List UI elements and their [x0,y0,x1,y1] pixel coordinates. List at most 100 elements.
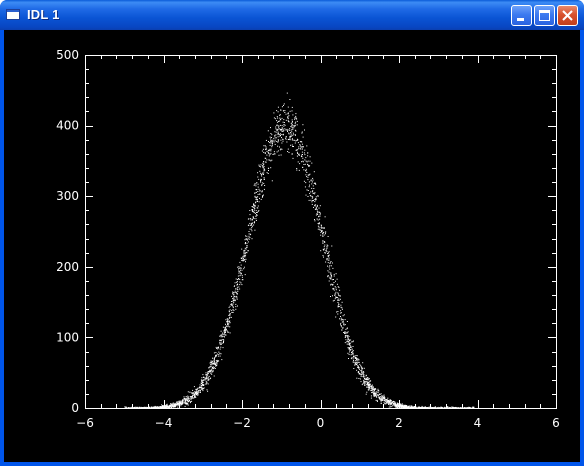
data-point [370,385,372,387]
data-point [314,182,316,184]
data-point [170,403,172,405]
data-point [257,196,259,198]
data-point [362,383,364,385]
data-point [248,224,250,226]
data-point [383,401,385,403]
data-point [403,407,404,409]
data-point [224,331,225,333]
data-point [318,222,320,224]
data-point [308,181,310,183]
data-point [248,231,250,232]
data-point [439,407,441,409]
data-point [284,128,286,130]
data-point [319,205,321,207]
data-point [220,340,222,342]
data-point [328,251,330,253]
title-bar[interactable]: IDL 1 [0,0,584,30]
data-point [355,355,357,356]
window-icon[interactable] [6,9,20,20]
data-point [186,398,188,400]
data-point [254,195,256,197]
data-point [186,404,188,406]
close-button[interactable] [557,5,578,26]
maximize-button[interactable] [534,5,555,26]
data-point [197,393,199,395]
data-point [261,182,263,184]
data-point [345,333,347,335]
data-point [220,330,222,332]
data-point [200,379,202,381]
data-point [232,303,234,305]
data-point [232,293,234,295]
data-point [423,408,425,409]
data-point [294,122,296,124]
data-point [249,237,251,239]
data-point [135,407,137,409]
data-point [283,103,285,105]
data-point [262,148,264,150]
data-point [434,408,436,409]
data-point [359,363,361,365]
data-point [327,265,328,267]
data-point [322,242,324,244]
data-point [137,406,139,408]
data-point [132,407,134,409]
data-point [277,139,279,141]
data-point [263,169,265,171]
data-point [256,215,258,216]
data-point [301,154,303,156]
data-point [320,229,322,231]
data-point [410,407,412,408]
data-point [244,274,246,276]
data-point [177,404,179,405]
data-point [411,405,413,407]
data-point [255,210,257,212]
data-point [360,373,362,375]
data-point [319,218,321,220]
data-point [304,163,306,165]
data-point [216,348,218,349]
data-point [242,256,244,258]
data-point [228,331,230,333]
data-point [368,378,370,379]
data-point [423,407,425,409]
data-point [298,169,300,171]
data-point [269,144,271,146]
data-point [219,340,221,342]
data-point [213,360,215,362]
data-point [326,246,328,248]
data-point [295,113,297,115]
data-point [275,137,277,139]
data-point [248,235,250,237]
data-point [221,340,223,342]
data-point [238,270,240,272]
data-point [286,129,288,131]
data-point [262,162,264,164]
data-point [231,312,233,313]
data-point [346,341,348,343]
data-point [233,298,235,300]
data-point [295,134,296,136]
data-point [254,192,256,194]
data-point [212,362,214,364]
data-point [262,173,264,175]
data-point [235,278,237,280]
data-point [260,198,262,200]
data-point [456,408,458,409]
data-point [361,384,363,386]
data-point [292,146,294,147]
data-point [241,274,243,276]
data-point [237,283,238,285]
data-point [406,406,408,408]
data-point [269,148,271,150]
data-point [251,209,253,211]
data-point [229,320,231,322]
y-tick-label: 400 [56,119,79,133]
data-point [350,354,352,356]
data-point [374,395,376,397]
data-point [294,118,295,120]
minimize-button[interactable] [511,5,532,26]
data-point [303,164,305,165]
data-point [289,137,291,139]
data-point [445,408,447,409]
